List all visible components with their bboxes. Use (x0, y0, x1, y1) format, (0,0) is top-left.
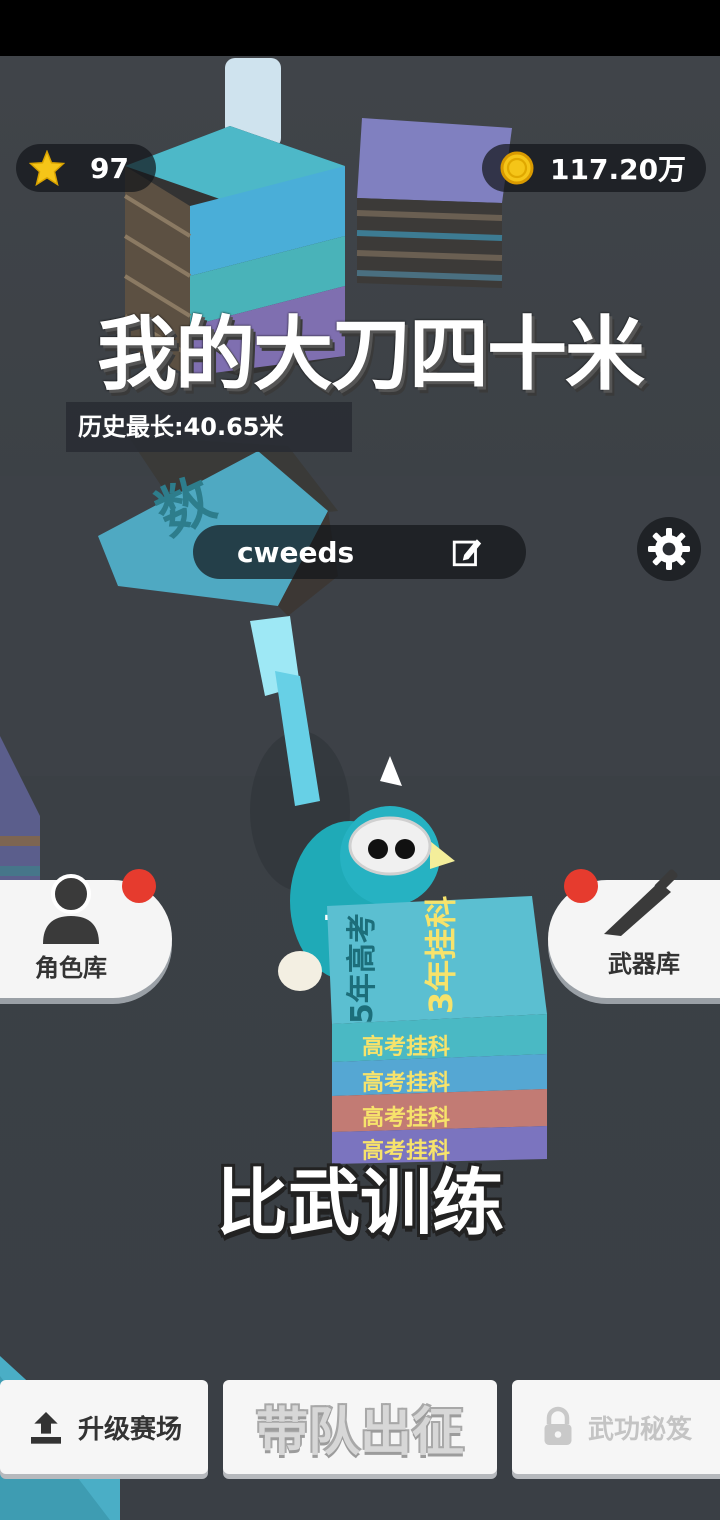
lead-team-button[interactable]: 带队出征 (223, 1380, 497, 1474)
player-name-bar[interactable]: cweeds (193, 525, 526, 579)
person-icon (39, 870, 103, 946)
book-strip-3: 高考挂科 (362, 1105, 450, 1131)
game-title: 我的大刀四十米 (97, 308, 645, 401)
weapon-notification-dot (564, 869, 598, 903)
book-side-title: 3年挂科 (422, 896, 460, 1014)
star-icon (22, 150, 72, 186)
upgrade-arena-button[interactable]: 升级赛场 (0, 1380, 208, 1474)
secret-manual-button[interactable]: 武功秘笈 (512, 1380, 720, 1474)
book-stack-front: 5年高考 3年挂科 高考挂科 高考挂科 高考挂科 高考挂科 (327, 896, 547, 1164)
training-button[interactable]: 比武训练 (180, 1144, 540, 1249)
book-stack-top-right (356, 118, 512, 288)
weapon-library-label: 武器库 (608, 950, 680, 978)
knife-icon (599, 862, 689, 942)
book-strip-1: 高考挂科 (362, 1034, 450, 1060)
coins-counter: 117.20万 (482, 144, 706, 192)
record-label: 历史最长:40.65米 (66, 402, 352, 452)
stars-counter: 97 (16, 144, 156, 192)
coins-value: 117.20万 (550, 153, 687, 186)
character-library-label: 角色库 (35, 954, 107, 982)
character-notification-dot (122, 869, 156, 903)
secret-manual-label: 武功秘笈 (587, 1414, 692, 1445)
lock-icon (540, 1406, 576, 1448)
game-scene: 数 Tap 5年高考 3年挂科 高考挂科 高考挂科 高考挂科 高考挂科 (0, 56, 720, 1520)
book-strip-2: 高考挂科 (362, 1070, 450, 1096)
gear-icon (645, 525, 693, 573)
player-name: cweeds (237, 535, 355, 569)
stars-value: 97 (90, 151, 129, 185)
upload-icon (26, 1407, 66, 1447)
upgrade-arena-label: 升级赛场 (77, 1414, 182, 1445)
lead-team-label: 带队出征 (255, 1402, 464, 1463)
status-bar (0, 0, 720, 56)
settings-button[interactable] (637, 517, 701, 581)
edit-icon[interactable] (447, 532, 487, 572)
book-front-title: 5年高考 (345, 913, 380, 1024)
coin-icon (492, 150, 542, 186)
